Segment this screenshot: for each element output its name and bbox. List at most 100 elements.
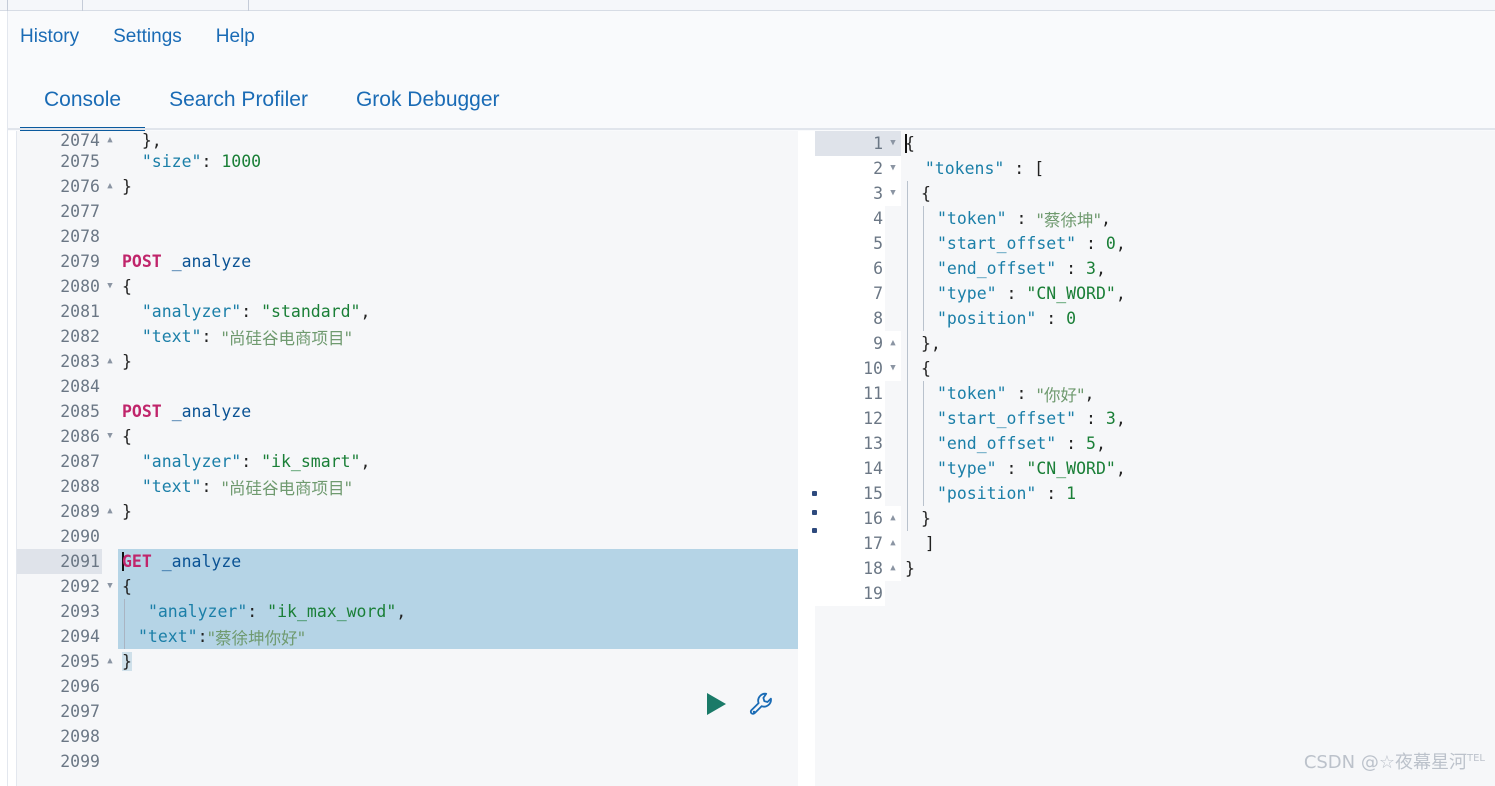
code-text[interactable]: "end_offset" : 5, <box>901 431 1495 456</box>
code-text[interactable]: } <box>118 349 798 374</box>
code-text[interactable]: "text": "蔡徐坤你好" <box>118 624 798 649</box>
code-line[interactable]: 2099 <box>17 749 798 774</box>
code-line[interactable]: 12 "start_offset" : 3, <box>815 406 1495 431</box>
code-text[interactable]: POST _analyze <box>118 249 798 274</box>
code-line[interactable]: 2095 ▲} <box>17 649 798 674</box>
fold-up-icon[interactable]: ▲ <box>885 506 901 531</box>
code-text[interactable]: }, <box>901 331 1495 356</box>
code-text[interactable] <box>118 724 798 749</box>
code-line[interactable]: 4 "token" : "蔡徐坤", <box>815 206 1495 231</box>
code-text[interactable] <box>901 581 1495 606</box>
code-line[interactable]: 3 ▼ { <box>815 181 1495 206</box>
code-line[interactable]: 8 "position" : 0 <box>815 306 1495 331</box>
code-text[interactable] <box>118 224 798 249</box>
code-line[interactable]: 19 <box>815 581 1495 606</box>
code-text[interactable]: "analyzer": "ik_max_word", <box>118 599 798 624</box>
code-text[interactable]: { <box>901 356 1495 381</box>
code-line[interactable]: 1 ▼{ <box>815 131 1495 156</box>
code-line[interactable]: 2082 "text": "尚硅谷电商项目" <box>17 324 798 349</box>
code-line[interactable]: 2077 <box>17 199 798 224</box>
code-text[interactable]: { <box>901 181 1495 206</box>
code-text[interactable]: "size": 1000 <box>118 149 798 174</box>
fold-down-icon[interactable]: ▼ <box>885 131 901 156</box>
code-line[interactable]: 2076 ▲} <box>17 174 798 199</box>
code-text[interactable]: { <box>901 131 1495 156</box>
code-text[interactable] <box>118 674 798 699</box>
code-text[interactable]: "start_offset" : 0, <box>901 231 1495 256</box>
code-line[interactable]: 17 ▲ ] <box>815 531 1495 556</box>
fold-up-icon[interactable]: ▲ <box>885 556 901 581</box>
code-text[interactable]: { <box>118 574 798 599</box>
tab-console[interactable]: Console <box>20 83 146 131</box>
response-viewer[interactable]: 1 ▼{2 ▼ "tokens" : [3 ▼{4 "token" : "蔡徐坤", 5 "… <box>815 131 1495 786</box>
code-text[interactable]: "text": "尚硅谷电商项目" <box>118 324 798 349</box>
fold-down-icon[interactable]: ▼ <box>102 424 118 449</box>
code-line[interactable]: 2091 GET _analyze <box>17 549 798 574</box>
code-line[interactable]: 2080 ▼{ <box>17 274 798 299</box>
code-line[interactable]: 5 "start_offset" : 0, <box>815 231 1495 256</box>
code-text[interactable]: "tokens" : [ <box>901 156 1495 181</box>
code-line[interactable]: 2078 <box>17 224 798 249</box>
code-line[interactable]: 2097 <box>17 699 798 724</box>
code-text[interactable]: POST _analyze <box>118 399 798 424</box>
request-editor[interactable]: 2074 ▲ }, 2075 "size": 1000 2076 ▲} 2077 2078 2… <box>8 131 798 786</box>
code-line[interactable]: 2093 "analyzer": "ik_max_word", <box>17 599 798 624</box>
code-text[interactable] <box>118 199 798 224</box>
play-icon[interactable] <box>703 691 729 722</box>
nav-link-help[interactable]: Help <box>216 24 255 50</box>
code-line[interactable]: 2075 "size": 1000 <box>17 149 798 174</box>
nav-link-settings[interactable]: Settings <box>113 24 182 50</box>
fold-up-icon[interactable]: ▲ <box>102 349 118 374</box>
code-line[interactable]: 2 ▼ "tokens" : [ <box>815 156 1495 181</box>
code-line[interactable]: 2079 POST _analyze <box>17 249 798 274</box>
code-line[interactable]: 13 "end_offset" : 5, <box>815 431 1495 456</box>
fold-down-icon[interactable]: ▼ <box>885 356 901 381</box>
code-text[interactable]: "analyzer": "standard", <box>118 299 798 324</box>
code-line[interactable]: 2098 <box>17 724 798 749</box>
fold-down-icon[interactable]: ▼ <box>885 156 901 181</box>
code-text[interactable] <box>118 524 798 549</box>
code-text[interactable]: } <box>901 556 1495 581</box>
code-line[interactable]: 2096 <box>17 674 798 699</box>
pane-resize-handle[interactable] <box>809 491 819 533</box>
code-text[interactable]: { <box>118 274 798 299</box>
code-text[interactable] <box>118 699 798 724</box>
code-text[interactable] <box>118 374 798 399</box>
code-text[interactable]: "text": "尚硅谷电商项目" <box>118 474 798 499</box>
code-text[interactable]: "type" : "CN_WORD", <box>901 281 1495 306</box>
fold-down-icon[interactable]: ▼ <box>885 181 901 206</box>
code-line[interactable]: 11 "token" : "你好", <box>815 381 1495 406</box>
code-line[interactable]: 14 "type" : "CN_WORD", <box>815 456 1495 481</box>
code-line[interactable]: 2081 "analyzer": "standard", <box>17 299 798 324</box>
code-line[interactable]: 2083 ▲} <box>17 349 798 374</box>
fold-up-icon[interactable]: ▲ <box>102 499 118 524</box>
code-text[interactable]: { <box>118 424 798 449</box>
code-text[interactable]: } <box>901 506 1495 531</box>
code-text[interactable]: } <box>118 649 798 674</box>
code-text[interactable]: "start_offset" : 3, <box>901 406 1495 431</box>
code-line[interactable]: 2086 ▼{ <box>17 424 798 449</box>
code-text[interactable]: GET _analyze <box>118 549 798 574</box>
fold-down-icon[interactable]: ▼ <box>102 574 118 599</box>
code-line[interactable]: 2085 POST _analyze <box>17 399 798 424</box>
fold-up-icon[interactable]: ▲ <box>102 174 118 199</box>
code-text[interactable]: } <box>118 174 798 199</box>
code-text[interactable]: "type" : "CN_WORD", <box>901 456 1495 481</box>
code-line[interactable]: 18 ▲} <box>815 556 1495 581</box>
code-line[interactable]: 2089 ▲} <box>17 499 798 524</box>
code-text[interactable]: ] <box>901 531 1495 556</box>
fold-down-icon[interactable]: ▼ <box>102 274 118 299</box>
tab-grok-debugger[interactable]: Grok Debugger <box>332 83 524 117</box>
code-line[interactable]: 2088 "text": "尚硅谷电商项目" <box>17 474 798 499</box>
code-line[interactable]: 16 ▲} <box>815 506 1495 531</box>
code-text[interactable]: "token" : "蔡徐坤", <box>901 206 1495 231</box>
code-line[interactable]: 2094 "text": "蔡徐坤你好" <box>17 624 798 649</box>
code-line[interactable]: 7 "type" : "CN_WORD", <box>815 281 1495 306</box>
fold-up-icon[interactable]: ▲ <box>885 531 901 556</box>
fold-up-icon[interactable]: ▲ <box>885 331 901 356</box>
code-line[interactable]: 2087 "analyzer": "ik_smart", <box>17 449 798 474</box>
code-text[interactable]: "end_offset" : 3, <box>901 256 1495 281</box>
code-line[interactable]: 2090 <box>17 524 798 549</box>
tab-search-profiler[interactable]: Search Profiler <box>145 83 332 117</box>
code-text[interactable] <box>118 749 798 774</box>
